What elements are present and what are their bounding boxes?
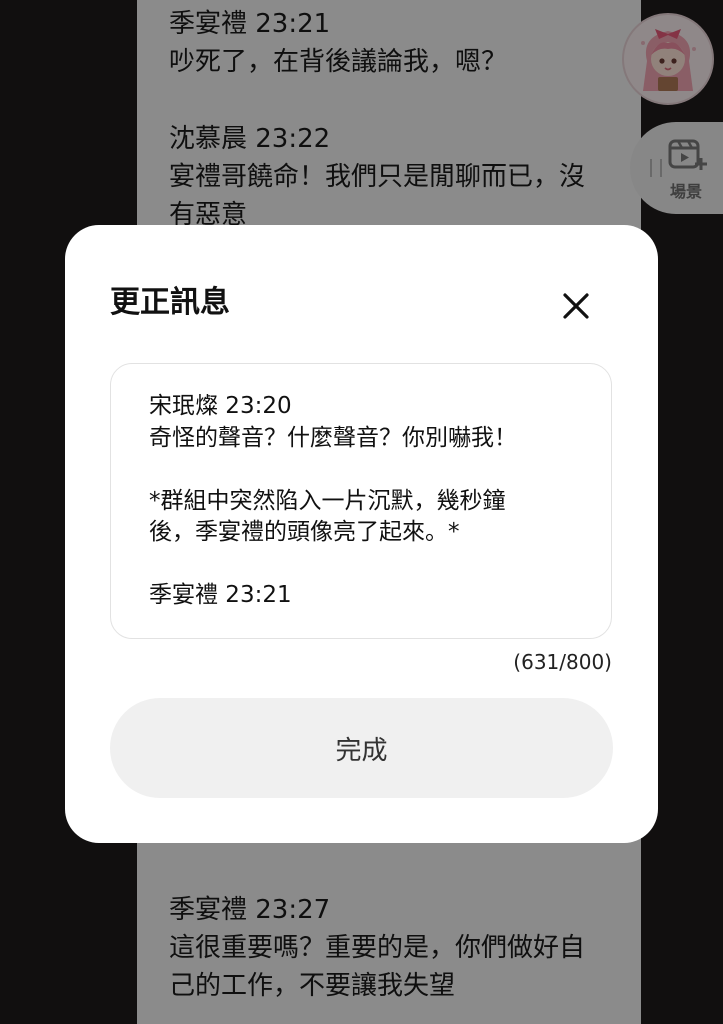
close-icon	[563, 293, 589, 319]
close-button[interactable]	[553, 283, 599, 329]
edit-message-dialog: 更正訊息 宋珉燦 23:20 奇怪的聲音？什麼聲音？你別嚇我！ *群組中突然陷入…	[65, 225, 658, 843]
message-editor-text[interactable]: 宋珉燦 23:20 奇怪的聲音？什麼聲音？你別嚇我！ *群組中突然陷入一片沉默，…	[149, 391, 581, 612]
dialog-title: 更正訊息	[110, 285, 230, 320]
editor-line: *群組中突然陷入一片沉默，幾秒鐘	[149, 487, 506, 514]
character-count: (631/800)	[513, 650, 612, 674]
editor-line: 宋珉燦 23:20	[149, 393, 292, 419]
editor-line: 奇怪的聲音？什麼聲音？你別嚇我！	[149, 424, 517, 451]
done-button[interactable]: 完成	[110, 698, 613, 798]
editor-line: 季宴禮 23:21	[149, 582, 292, 608]
message-editor[interactable]: 宋珉燦 23:20 奇怪的聲音？什麼聲音？你別嚇我！ *群組中突然陷入一片沉默，…	[110, 363, 612, 639]
editor-line: 後，季宴禮的頭像亮了起來。*	[149, 519, 460, 545]
